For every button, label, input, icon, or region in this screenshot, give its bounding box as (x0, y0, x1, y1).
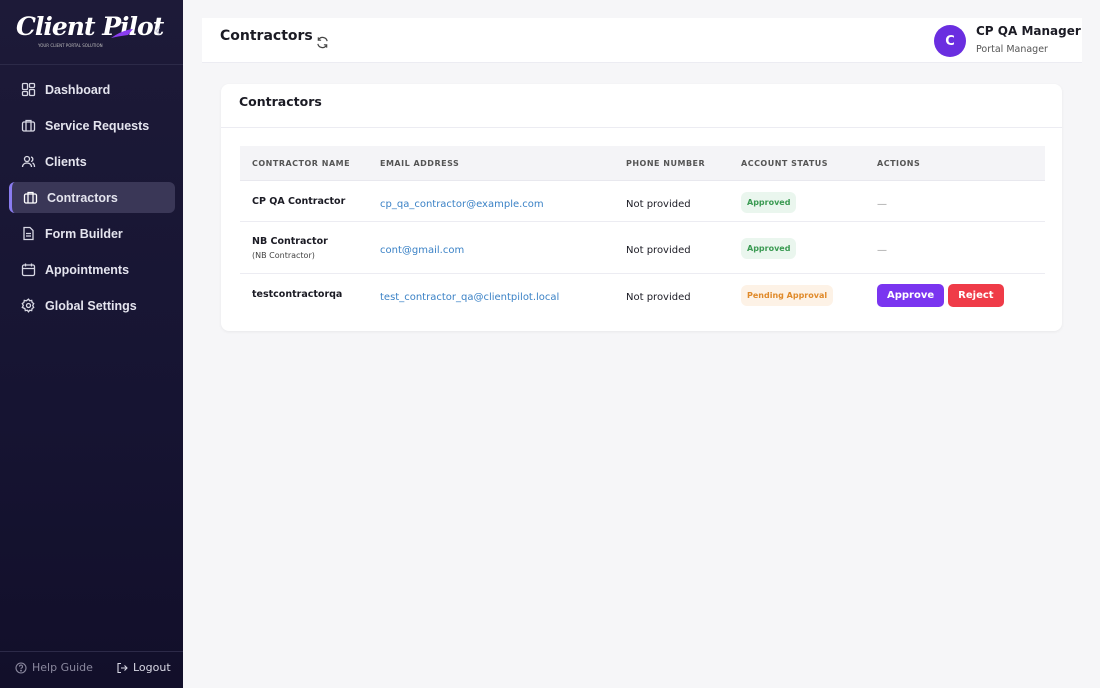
sidebar-item-appointments[interactable]: Appointments (9, 254, 175, 285)
logout-icon (117, 662, 128, 673)
brand-tagline: YOUR CLIENT PORTAL SOLUTION (38, 43, 103, 48)
card-title: Contractors (239, 94, 322, 109)
gear-icon (20, 298, 36, 314)
sidebar-item-label: Clients (45, 154, 87, 169)
sidebar-item-label: Form Builder (45, 226, 123, 241)
grid-icon (20, 82, 36, 98)
sidebar-item-form-builder[interactable]: Form Builder (9, 218, 175, 249)
approve-button[interactable]: Approve (877, 283, 945, 307)
sidebar-item-global-settings[interactable]: Global Settings (9, 290, 175, 321)
user-name: CP QA Manager (976, 24, 1081, 38)
column-header-status: Account Status (741, 158, 829, 168)
table-row: CP QA Contractor cp_qa_contractor@exampl… (240, 181, 1045, 222)
contractor-email-link[interactable]: cp_qa_contractor@example.com (380, 199, 544, 210)
no-actions: — (877, 245, 887, 256)
sidebar-nav: Dashboard Service Requests Clients Contr… (9, 74, 175, 326)
briefcase-icon (22, 190, 38, 206)
help-circle-icon (15, 661, 27, 674)
sidebar: Client Pilot YOUR CLIENT PORTAL SOLUTION… (0, 0, 183, 688)
sidebar-item-dashboard[interactable]: Dashboard (9, 74, 175, 105)
sidebar-item-label: Contractors (47, 190, 118, 205)
help-guide-link[interactable]: Help Guide (15, 661, 93, 674)
sidebar-item-contractors[interactable]: Contractors (9, 182, 175, 213)
sidebar-item-label: Appointments (45, 262, 130, 277)
sidebar-divider (0, 64, 183, 65)
column-header-phone: Phone Number (626, 158, 706, 168)
chevron-left-icon (155, 27, 160, 35)
table-row: testcontractorqa test_contractor_qa@clie… (240, 274, 1045, 315)
contractor-email-link[interactable]: cont@gmail.com (380, 245, 464, 256)
sidebar-item-label: Dashboard (45, 82, 111, 97)
sidebar-item-label: Service Requests (45, 118, 150, 133)
column-header-actions: Actions (877, 158, 921, 168)
logout-button[interactable]: Logout (116, 661, 171, 674)
contractor-name: testcontractorqa (252, 289, 343, 300)
no-actions: — (877, 198, 887, 210)
brand-logo[interactable]: Client Pilot YOUR CLIENT PORTAL SOLUTION (14, 12, 164, 54)
users-icon (20, 154, 36, 170)
logout-label: Logout (133, 661, 171, 674)
avatar[interactable]: C (934, 25, 966, 57)
sidebar-item-clients[interactable]: Clients (9, 146, 175, 177)
column-header-email: Email Address (380, 158, 460, 168)
sidebar-item-label: Global Settings (45, 298, 137, 313)
sidebar-item-service-requests[interactable]: Service Requests (9, 110, 175, 141)
top-header: Contractors C CP QA Manager Portal Manag… (202, 18, 1082, 63)
table-header: Contractor Name Email Address Phone Numb… (240, 146, 1045, 181)
contractor-phone: Not provided (626, 245, 691, 256)
contractor-company: (NB Contractor) (252, 250, 315, 260)
logo-swoosh-icon (111, 29, 133, 38)
sidebar-footer-divider (0, 651, 183, 652)
calendar-icon (20, 262, 36, 278)
contractors-table: Contractor Name Email Address Phone Numb… (240, 146, 1045, 315)
file-icon (20, 226, 36, 242)
status-badge: Pending Approval (741, 285, 834, 306)
status-badge: Approved (741, 191, 797, 213)
contractor-phone: Not provided (626, 292, 691, 303)
contractors-card: Contractors Contractor Name Email Addres… (221, 84, 1062, 331)
status-badge: Approved (741, 238, 797, 259)
user-role: Portal Manager (976, 44, 1048, 55)
help-guide-label: Help Guide (32, 661, 93, 674)
collapse-sidebar-button[interactable] (150, 24, 166, 40)
refresh-icon[interactable] (316, 34, 329, 53)
brand-name: Client Pilot (16, 12, 164, 41)
page-title: Contractors (220, 28, 313, 44)
briefcase-icon (20, 118, 36, 134)
contractor-name: NB Contractor (252, 235, 328, 247)
card-divider (221, 127, 1062, 128)
table-row: NB Contractor (NB Contractor) cont@gmail… (240, 222, 1045, 274)
contractor-phone: Not provided (626, 198, 691, 210)
contractor-email-link[interactable]: test_contractor_qa@clientpilot.local (380, 292, 559, 303)
contractor-name: CP QA Contractor (252, 195, 346, 207)
column-header-name: Contractor Name (252, 158, 351, 168)
reject-button[interactable]: Reject (948, 283, 1004, 307)
